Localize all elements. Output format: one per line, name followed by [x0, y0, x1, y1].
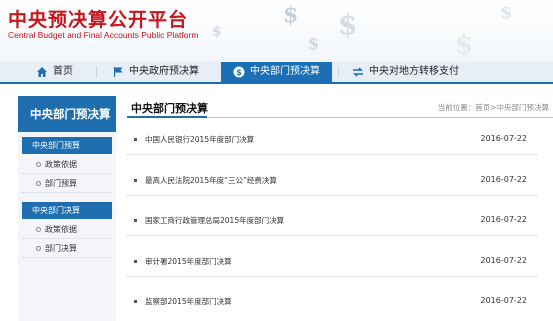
site-title[interactable]: 中央预决算公开平台 — [8, 5, 188, 32]
sidebar-group-department-budget[interactable]: 中央部门预算 — [22, 137, 112, 154]
page-title: 中央部门预决算 — [131, 102, 208, 115]
square-bullet-icon — [134, 219, 137, 222]
list-item-date: 2016-07-22 — [480, 256, 528, 265]
nav-item-central-government[interactable]: 中央政府预决算 — [112, 62, 199, 82]
list-item[interactable]: 监察部2015年度部门决算 2016-07-22 — [127, 292, 537, 314]
dollar-decor-icon: $ — [455, 30, 474, 60]
flag-icon — [114, 67, 123, 77]
row-divider — [127, 276, 537, 277]
list-item-date: 2016-07-22 — [480, 175, 528, 184]
main-nav: 首页 中央政府预决算 $ 中央部门预决算 中央对地方转移支付 — [0, 62, 553, 84]
list-item-title[interactable]: 最高人民法院2015年度“三公”经费决算 — [145, 175, 277, 186]
square-bullet-icon — [134, 260, 137, 263]
square-bullet-icon — [134, 300, 137, 303]
dollar-coin-icon: $ — [233, 66, 245, 78]
sidebar-item-policy-basis[interactable]: 政策依据 — [22, 155, 112, 174]
sidebar-item-label: 部门预算 — [45, 179, 77, 188]
sidebar-heading: 中央部门预决算 — [18, 96, 116, 132]
svg-text:$: $ — [236, 68, 242, 77]
list-item[interactable]: 中国人民银行2015年度部门决算 2016-07-22 — [127, 130, 537, 155]
list-item[interactable]: 国家工商行政管理总局2015年度部门决算 2016-07-22 — [127, 211, 537, 236]
nav-divider — [96, 66, 97, 78]
list-item-title[interactable]: 中国人民银行2015年度部门决算 — [145, 134, 254, 145]
dollar-decor-icon: $ — [338, 8, 358, 41]
nav-item-home[interactable]: 首页 — [36, 62, 73, 82]
site-subtitle: Central Budget and Final Accounts Public… — [8, 30, 199, 40]
list-item-title[interactable]: 审计署2015年度部门决算 — [145, 256, 232, 267]
list-item[interactable]: 最高人民法院2015年度“三公”经费决算 2016-07-22 — [127, 171, 537, 196]
sidebar-item-label: 政策依据 — [45, 225, 77, 234]
sidebar-item-policy-basis[interactable]: 政策依据 — [22, 220, 112, 239]
nav-item-central-departments[interactable]: $ 中央部门预决算 — [221, 62, 332, 82]
list-item-date: 2016-07-22 — [480, 215, 528, 224]
sidebar-group-department-final-accounts[interactable]: 中央部门决算 — [22, 202, 112, 219]
site-header: 中央预决算公开平台 Central Budget and Final Accou… — [0, 0, 553, 62]
content-header: 中央部门预决算 当前位置：首页>中央部门预决算 — [127, 96, 553, 118]
nav-item-label: 首页 — [53, 66, 73, 77]
list-item-date: 2016-07-22 — [480, 134, 528, 143]
sidebar-item-department-final-accounts[interactable]: 部门决算 — [22, 239, 112, 258]
circle-bullet-icon — [36, 181, 41, 186]
exchange-icon — [353, 67, 363, 77]
sidebar-item-label: 部门决算 — [45, 244, 77, 253]
square-bullet-icon — [134, 179, 137, 182]
nav-item-label: 中央政府预决算 — [129, 66, 199, 77]
row-divider — [127, 235, 537, 236]
nav-item-label: 中央对地方转移支付 — [369, 66, 459, 77]
circle-bullet-icon — [36, 162, 41, 167]
nav-divider — [338, 66, 339, 78]
row-divider — [127, 154, 537, 155]
title-underline — [127, 116, 207, 118]
dollar-decor-icon: $ — [283, 2, 299, 28]
square-bullet-icon — [134, 138, 137, 141]
dollar-decor-icon: $ — [212, 24, 222, 40]
nav-item-label: 中央部门预决算 — [250, 66, 320, 77]
sidebar-item-label: 政策依据 — [45, 160, 77, 169]
list-item-date: 2016-07-22 — [480, 296, 528, 305]
breadcrumb[interactable]: 当前位置：首页>中央部门预决算 — [438, 102, 549, 113]
sidebar-item-department-budget[interactable]: 部门预算 — [22, 174, 112, 193]
dollar-decor-icon: $ — [308, 34, 320, 53]
home-icon — [37, 67, 47, 77]
list-item[interactable]: 审计署2015年度部门决算 2016-07-22 — [127, 252, 537, 277]
nav-item-transfer-payments[interactable]: 中央对地方转移支付 — [352, 62, 459, 82]
list-item-title[interactable]: 国家工商行政管理总局2015年度部门决算 — [145, 215, 284, 226]
main-content: 中央部门预决算 当前位置：首页>中央部门预决算 中国人民银行2015年度部门决算… — [127, 96, 553, 321]
row-divider — [127, 195, 537, 196]
circle-bullet-icon — [36, 246, 41, 251]
sidebar: 中央部门预决算 中央部门预算 政策依据 部门预算 中央部门决算 政策依据 部门决… — [18, 96, 116, 321]
circle-bullet-icon — [36, 227, 41, 232]
dollar-decor-icon: $ — [500, 2, 513, 23]
list-item-title[interactable]: 监察部2015年度部门决算 — [145, 296, 232, 307]
